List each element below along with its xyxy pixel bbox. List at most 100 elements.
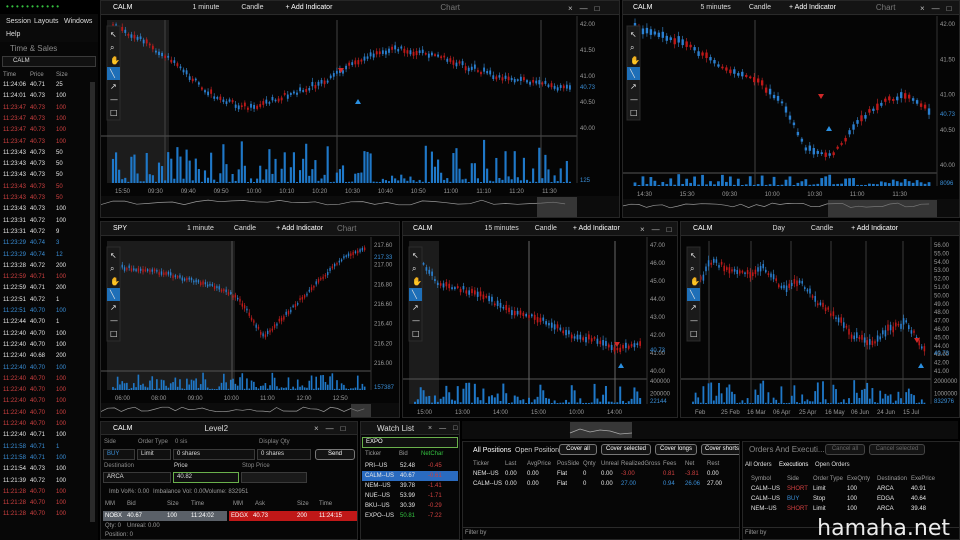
cursor-icon[interactable]: ↖ <box>110 30 117 39</box>
close-icon[interactable]: × <box>314 424 319 433</box>
minimize-icon[interactable]: — <box>326 424 334 433</box>
level2-symbol[interactable]: CALM <box>113 425 132 432</box>
quantity-input[interactable]: 0 shares <box>173 449 255 460</box>
cursor-icon[interactable]: ↖ <box>690 251 697 260</box>
cursor-icon[interactable]: ↖ <box>630 30 637 39</box>
chart1-type[interactable]: Candle <box>241 4 263 11</box>
maximize-icon[interactable]: □ <box>667 225 672 234</box>
chart2-type[interactable]: Candle <box>749 4 771 11</box>
watchlist-row[interactable]: NEM--US 39.78 -1.41 <box>362 481 458 491</box>
menu-session[interactable]: Session <box>6 18 31 25</box>
arrow-icon[interactable]: ↗ <box>412 303 419 312</box>
pan-icon[interactable]: ✋ <box>690 276 700 286</box>
close-icon[interactable]: × <box>920 4 925 13</box>
chart5-plot[interactable]: 56.0055.0054.0053.0052.0051.0050.0049.00… <box>681 237 960 418</box>
overview-strip[interactable] <box>462 421 958 439</box>
chart2-timeframe[interactable]: 5 minutes <box>700 4 730 11</box>
horizontal-line-icon[interactable]: — <box>690 316 698 325</box>
chart1-symbol[interactable]: CALM <box>113 4 132 11</box>
pan-icon[interactable]: ✋ <box>412 276 422 286</box>
chart4-add-indicator[interactable]: + Add Indicator <box>573 225 620 232</box>
close-icon[interactable]: × <box>568 4 573 13</box>
chart1-add-indicator[interactable]: + Add Indicator <box>286 4 333 11</box>
horizontal-line-icon[interactable]: — <box>630 95 638 104</box>
arrow-icon[interactable]: ↗ <box>110 303 117 312</box>
send-button[interactable]: Send <box>315 449 355 460</box>
bid-row[interactable]: NOBX 40.67 100 11:24:02 <box>103 511 227 521</box>
watchlist-row[interactable]: BKU--US 30.39 -0.29 <box>362 501 458 511</box>
watchlist-row[interactable]: NUE--US 53.99 -1.71 <box>362 491 458 501</box>
horizontal-line-icon[interactable]: — <box>412 316 420 325</box>
rectangle-icon[interactable]: □ <box>412 329 420 338</box>
chart4-type[interactable]: Candle <box>535 225 557 232</box>
rectangle-icon[interactable]: □ <box>690 329 698 338</box>
ts-symbol-input[interactable]: CALM <box>2 56 96 67</box>
arrow-icon[interactable]: ↗ <box>690 303 697 312</box>
watchlist-row[interactable]: EXPO--US 50.81 -7.22 <box>362 511 458 521</box>
chart3-symbol[interactable]: SPY <box>113 225 127 232</box>
zoom-icon[interactable]: ⌕ <box>630 43 634 52</box>
chart2-add-indicator[interactable]: + Add Indicator <box>789 4 836 11</box>
chart4-symbol[interactable]: CALM <box>413 225 432 232</box>
horizontal-line-icon[interactable]: — <box>110 316 118 325</box>
watchlist-row[interactable]: CALM--US 40.67 -0.61 <box>362 471 458 481</box>
pan-icon[interactable]: ✋ <box>110 55 120 65</box>
cancel-all-button[interactable]: Cancel all <box>825 444 865 455</box>
price-input[interactable]: 40.82 <box>173 472 239 483</box>
tab-open-orders[interactable]: Open Orders <box>815 462 850 468</box>
arrow-icon[interactable]: ↗ <box>110 82 117 91</box>
rectangle-icon[interactable]: □ <box>110 329 118 338</box>
menu-layouts[interactable]: Layouts <box>34 18 59 25</box>
stop-price-input[interactable] <box>241 472 307 483</box>
rectangle-icon[interactable]: □ <box>110 108 118 117</box>
close-icon[interactable]: × <box>428 425 432 432</box>
tab-all-orders[interactable]: All Orders <box>745 462 772 468</box>
maximize-icon[interactable]: □ <box>341 424 346 433</box>
chart5-add-indicator[interactable]: + Add Indicator <box>851 225 898 232</box>
chart5-timeframe[interactable]: Day <box>772 225 784 232</box>
pan-icon[interactable]: ✋ <box>110 276 120 286</box>
cursor-icon[interactable]: ↖ <box>412 251 419 260</box>
minimize-icon[interactable]: — <box>652 225 660 234</box>
minimize-icon[interactable]: — <box>580 4 588 13</box>
watchlist-symbol-input[interactable]: EXPO <box>362 437 458 448</box>
display-qty-input[interactable]: 0 shares <box>257 449 311 460</box>
position-row[interactable]: CALM--US 0.00 0.00 Flat 0 0.00 27.00 0.94 26.06 2… <box>463 481 739 491</box>
chart3-timeframe[interactable]: 1 minute <box>187 225 214 232</box>
side-select[interactable]: BUY <box>103 449 135 460</box>
zoom-icon[interactable]: ⌕ <box>690 264 694 273</box>
destination-select[interactable]: ARCA <box>103 472 171 483</box>
order-row[interactable]: CALM--US BUY Stop 100 EDGA 40.64 <box>743 496 959 506</box>
minimize-icon[interactable]: — <box>932 4 940 13</box>
zoom-icon[interactable]: ⌕ <box>412 264 416 273</box>
tab-executions[interactable]: Executions <box>779 462 808 468</box>
order-row[interactable]: NEM--US SHORT Limit 100 ARCA 39.48 <box>743 506 959 516</box>
watchlist-row[interactable]: PRI--US 52.48 -0.45 <box>362 461 458 471</box>
cover-longs-button[interactable]: Cover longs <box>655 444 697 455</box>
cursor-icon[interactable]: ↖ <box>110 251 117 260</box>
pan-icon[interactable]: ✋ <box>630 55 640 65</box>
chart5-type[interactable]: Candle <box>811 225 833 232</box>
zoom-icon[interactable]: ⌕ <box>110 43 114 52</box>
ask-row[interactable]: EDGX 40.73 200 11:24:15 <box>229 511 357 521</box>
maximize-icon[interactable]: □ <box>947 4 952 13</box>
maximize-icon[interactable]: □ <box>453 425 457 432</box>
ts-scrollbar[interactable] <box>90 82 95 522</box>
positions-filter[interactable]: Filter by <box>463 527 739 539</box>
maximize-icon[interactable]: □ <box>595 4 600 13</box>
tab-all-positions[interactable]: All Positions <box>473 447 511 454</box>
menu-help[interactable]: Help <box>6 31 20 38</box>
chart3-plot[interactable]: 217.60217.00216.80216.60216.40216.20216.… <box>101 237 400 418</box>
chart1-timeframe[interactable]: 1 minute <box>192 4 219 11</box>
menu-windows[interactable]: Windows <box>64 18 92 25</box>
chart3-type[interactable]: Candle <box>234 225 256 232</box>
minimize-icon[interactable]: — <box>439 425 446 432</box>
rectangle-icon[interactable]: □ <box>630 108 638 117</box>
close-icon[interactable]: × <box>640 225 645 234</box>
position-row[interactable]: NEM--US 0.00 0.00 Flat 0 0.00 -3.00 0.81 -3.81 0.… <box>463 471 739 481</box>
cancel-selected-button[interactable]: Cancel selected <box>869 444 925 455</box>
horizontal-line-icon[interactable]: — <box>110 95 118 104</box>
chart5-symbol[interactable]: CALM <box>693 225 712 232</box>
order-type-select[interactable]: Limit <box>137 449 171 460</box>
chart2-symbol[interactable]: CALM <box>633 4 652 11</box>
